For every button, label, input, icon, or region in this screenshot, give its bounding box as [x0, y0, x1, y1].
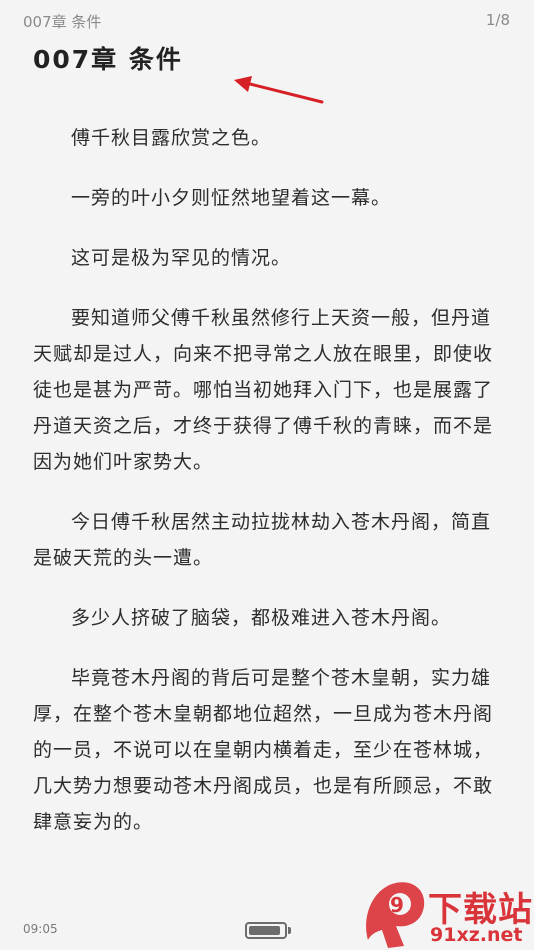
paragraph: 今日傅千秋居然主动拉拢林劫入苍木丹阁，简直是破天荒的头一遭。 — [33, 511, 492, 569]
chapter-content: 傅千秋目露欣赏之色。 一旁的叶小夕则怔然地望着这一幕。 这可是极为罕见的情况。 … — [33, 120, 503, 864]
paragraph: 多少人挤破了脑袋，都极难进入苍木丹阁。 — [71, 607, 452, 629]
battery-tip — [288, 927, 291, 934]
battery-level-fill — [249, 926, 280, 935]
annotation-arrow-icon — [234, 76, 324, 104]
clock-time: 09:05 — [23, 922, 58, 936]
paragraph: 要知道师父傅千秋虽然修行上天资一般，但丹道天赋却是过人，向来不把寻常之人放在眼里… — [33, 307, 494, 473]
paragraph: 傅千秋目露欣赏之色。 — [71, 127, 272, 149]
paragraph: 这可是极为罕见的情况。 — [71, 247, 292, 269]
paragraph: 毕竟苍木丹阁的背后可是整个苍木皇朝，实力雄厚，在整个苍木皇朝都地位超然，一旦成为… — [33, 667, 494, 833]
reader-top-bar: 007章 条件 1/8 — [0, 0, 534, 42]
page-indicator: 1/8 — [485, 11, 510, 29]
watermark-logo-icon: 9 — [366, 882, 425, 948]
paragraph: 一旁的叶小夕则怔然地望着这一幕。 — [71, 187, 392, 209]
watermark-url-text: 91xz.net — [430, 924, 523, 946]
header-chapter-label: 007章 条件 — [23, 13, 102, 31]
chapter-title: 007章 条件 — [33, 45, 183, 74]
svg-text:9: 9 — [390, 893, 404, 917]
site-watermark: 9 下载站 91xz.net — [360, 876, 534, 950]
battery-icon — [245, 922, 291, 939]
